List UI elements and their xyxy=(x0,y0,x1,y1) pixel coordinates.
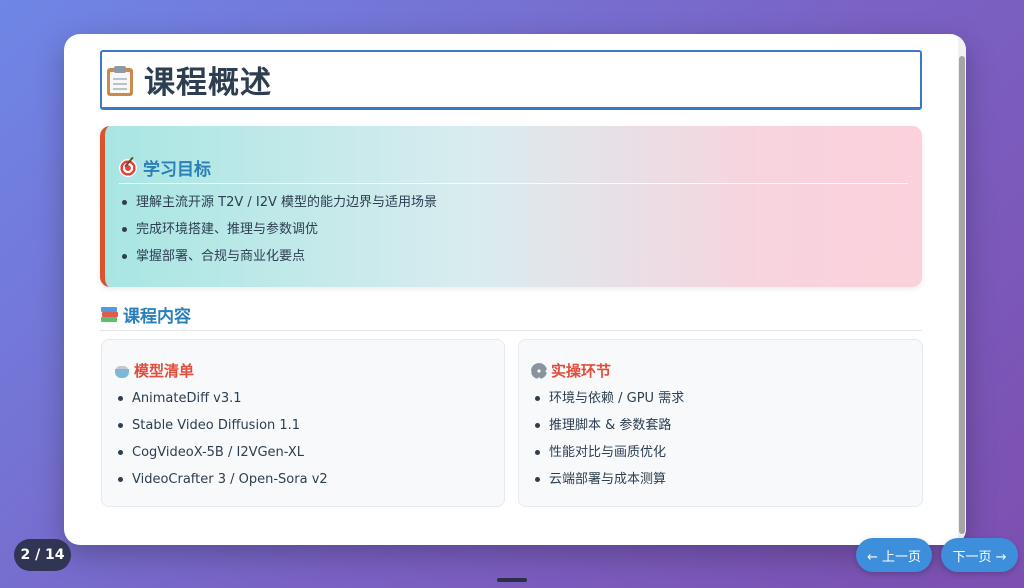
scrollbar-track[interactable] xyxy=(958,34,966,545)
pot-icon xyxy=(114,363,130,379)
list-item: 掌握部署、合规与商业化要点 xyxy=(120,243,437,270)
clipboard-icon xyxy=(104,64,136,96)
list-item: 推理脚本 & 参数套路 xyxy=(533,412,684,439)
list-item: AnimateDiff v3.1 xyxy=(116,385,328,412)
list-item: Stable Video Diffusion 1.1 xyxy=(116,412,328,439)
books-icon xyxy=(100,305,118,323)
page-indicator: 2 / 14 xyxy=(14,539,71,571)
practice-list: 环境与依赖 / GPU 需求 推理脚本 & 参数套路 性能对比与画质优化 云端部… xyxy=(533,385,684,493)
list-item: 性能对比与画质优化 xyxy=(533,439,684,466)
gear-icon xyxy=(531,362,547,379)
list-item: VideoCrafter 3 / Open-Sora v2 xyxy=(116,466,328,493)
scrollbar-thumb[interactable] xyxy=(959,56,965,534)
model-list: AnimateDiff v3.1 Stable Video Diffusion … xyxy=(116,385,328,493)
practice-header: 实操环节 xyxy=(531,360,611,381)
learning-goals-heading: 学习目标 xyxy=(143,160,211,180)
learning-goals-header: 学习目标 xyxy=(119,152,908,184)
title-box: 课程概述 xyxy=(100,50,922,110)
practice-heading: 实操环节 xyxy=(551,362,612,380)
target-icon xyxy=(119,158,137,177)
practice-card: 实操环节 环境与依赖 / GPU 需求 推理脚本 & 参数套路 性能对比与画质优… xyxy=(518,339,923,507)
list-item: 云端部署与成本测算 xyxy=(533,466,684,493)
model-list-header: 模型清单 xyxy=(114,360,194,381)
list-item: 理解主流开源 T2V / I2V 模型的能力边界与适用场景 xyxy=(120,189,437,216)
course-content-header: 课程内容 xyxy=(100,298,922,331)
home-indicator xyxy=(497,578,527,582)
learning-goals-list: 理解主流开源 T2V / I2V 模型的能力边界与适用场景 完成环境搭建、推理与… xyxy=(120,189,437,270)
list-item: 完成环境搭建、推理与参数调优 xyxy=(120,216,437,243)
list-item: 环境与依赖 / GPU 需求 xyxy=(533,385,684,412)
course-content-heading: 课程内容 xyxy=(123,306,191,327)
next-page-button[interactable]: 下一页 → xyxy=(941,538,1018,572)
learning-goals-box: 学习目标 理解主流开源 T2V / I2V 模型的能力边界与适用场景 完成环境搭… xyxy=(100,126,922,287)
list-item: CogVideoX-5B / I2VGen-XL xyxy=(116,439,328,466)
model-list-heading: 模型清单 xyxy=(134,362,195,380)
prev-page-button[interactable]: ← 上一页 xyxy=(856,538,932,572)
page-title: 课程概述 xyxy=(144,65,272,101)
model-list-card: 模型清单 AnimateDiff v3.1 Stable Video Diffu… xyxy=(101,339,505,507)
slide-card: 课程概述 学习目标 理解主流开源 T2V / I2V 模型的能力边界与适用场景 … xyxy=(64,34,966,545)
